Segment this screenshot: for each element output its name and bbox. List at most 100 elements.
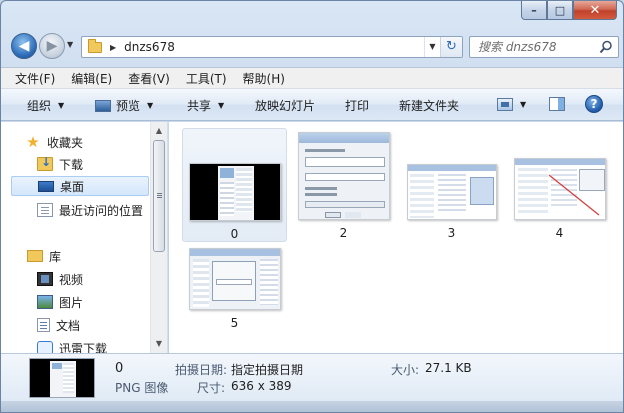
dimensions-label: 尺寸: [197, 381, 226, 395]
print-label: 打印 [345, 99, 370, 113]
menu-tools[interactable]: 工具(T) [186, 70, 227, 87]
scrollbar-thumb[interactable] [153, 140, 165, 252]
caption-buttons: – □ ✕ [521, 1, 617, 21]
thunder-download-icon [37, 341, 53, 353]
help-icon: ? [585, 95, 603, 113]
scroll-down-arrow-icon[interactable]: ▼ [151, 336, 167, 352]
nav-favorites[interactable]: ★ 收藏夹 [25, 132, 167, 152]
nav-desktop-label: 桌面 [60, 179, 85, 194]
window-bottom-edge [1, 401, 623, 412]
star-icon: ★ [26, 133, 40, 151]
breadcrumb-current-folder[interactable]: dnzs678 [124, 40, 175, 54]
file-item[interactable]: 0 [182, 128, 287, 242]
file-name: 4 [555, 226, 564, 240]
search-input[interactable] [478, 40, 598, 54]
details-pane: 0 PNG 图像 拍摄日期: 指定拍摄日期 尺寸: 636 x 389 大小: … [1, 353, 623, 401]
forward-button[interactable]: ▶ [39, 33, 65, 59]
organize-label: 组织 [27, 99, 52, 113]
file-thumbnail [188, 248, 281, 310]
date-taken-label: 拍摄日期: [175, 363, 228, 377]
print-button[interactable]: 打印 [345, 97, 369, 114]
file-name: 5 [230, 316, 239, 330]
explorer-window: – □ ✕ ◀ ▶ ▼ ▶ dnzs678 ▼ ↻ 文件(F) 编辑(E) [0, 0, 624, 413]
back-button[interactable]: ◀ [11, 33, 37, 59]
selected-file-name: 0 [115, 361, 124, 376]
nav-documents-label: 文档 [56, 318, 81, 333]
dimensions-value: 636 x 389 [231, 379, 292, 393]
preview-pane-icon [549, 97, 565, 111]
file-thumbnail [297, 132, 390, 220]
nav-pictures-label: 图片 [59, 295, 84, 310]
search-icon[interactable] [599, 40, 613, 54]
close-button[interactable]: ✕ [573, 1, 617, 20]
new-folder-label: 新建文件夹 [399, 99, 460, 113]
nav-pictures[interactable]: 图片 [37, 292, 167, 312]
nav-thunder-downloads[interactable]: 迅雷下载 [37, 338, 167, 354]
nav-scrollbar[interactable]: ▲ ▼ [150, 122, 167, 353]
menu-file[interactable]: 文件(F) [15, 70, 55, 87]
library-icon [27, 250, 43, 262]
nav-downloads-label: 下载 [59, 157, 84, 172]
scroll-up-arrow-icon[interactable]: ▲ [151, 123, 167, 139]
chevron-down-icon: ▼ [218, 101, 225, 110]
date-taken-value[interactable]: 指定拍摄日期 [231, 361, 303, 378]
preview-icon [95, 99, 111, 112]
address-bar[interactable]: ▶ dnzs678 ▼ ↻ [81, 36, 463, 58]
menu-help[interactable]: 帮助(H) [243, 70, 285, 87]
recent-places-icon [37, 203, 53, 217]
view-options-icon [497, 98, 513, 111]
nav-favorites-label: 收藏夹 [47, 135, 84, 150]
nav-recent-label: 最近访问的位置 [59, 203, 144, 218]
minimize-button[interactable]: – [521, 1, 547, 20]
new-folder-button[interactable]: 新建文件夹 [399, 97, 459, 114]
nav-downloads[interactable]: 下载 [37, 154, 167, 174]
chevron-down-icon: ▼ [58, 101, 65, 110]
share-button[interactable]: 共享 ▼ [187, 97, 224, 114]
help-button[interactable]: ? [585, 95, 603, 113]
search-box[interactable] [469, 36, 619, 58]
navigation-pane: ★ 收藏夹 下载 桌面 最近访问的位置 库 视频 图片 文档 [1, 122, 168, 353]
slideshow-label: 放映幻灯片 [255, 99, 316, 113]
address-row: ◀ ▶ ▼ ▶ dnzs678 ▼ ↻ [7, 31, 619, 61]
file-thumbnail [406, 164, 497, 220]
nav-thunder-label: 迅雷下载 [59, 341, 108, 354]
nav-documents[interactable]: 文档 [37, 315, 167, 335]
file-item[interactable]: 5 [182, 244, 287, 330]
preview-pane-button[interactable] [549, 97, 565, 111]
file-item[interactable]: 2 [291, 128, 396, 240]
nav-desktop[interactable]: 桌面 [11, 176, 149, 196]
file-item[interactable]: 4 [507, 128, 612, 240]
file-item[interactable]: 3 [399, 128, 504, 240]
maximize-button[interactable]: □ [547, 1, 573, 20]
menu-bar: 文件(F) 编辑(E) 查看(V) 工具(T) 帮助(H) [1, 67, 623, 89]
slideshow-button[interactable]: 放映幻灯片 [255, 97, 315, 114]
file-name: 3 [447, 226, 456, 240]
selected-file-type: PNG 图像 [115, 381, 169, 395]
file-thumbnail [513, 158, 606, 220]
share-label: 共享 [187, 99, 212, 113]
chevron-down-icon: ▼ [520, 100, 527, 109]
videos-icon [37, 272, 53, 286]
nav-libraries[interactable]: 库 [27, 246, 167, 266]
nav-recent-places[interactable]: 最近访问的位置 [37, 200, 149, 220]
preview-button[interactable]: 预览 ▼ [95, 97, 153, 114]
menu-edit[interactable]: 编辑(E) [71, 70, 112, 87]
address-history-dropdown-icon[interactable]: ▼ [424, 37, 440, 57]
nav-videos-label: 视频 [59, 272, 84, 287]
nav-videos[interactable]: 视频 [37, 269, 167, 289]
file-name: 2 [339, 226, 348, 240]
folder-icon [88, 38, 102, 53]
change-view-button[interactable]: ▼ [497, 98, 526, 111]
file-name: 0 [230, 227, 239, 241]
breadcrumb-arrow-icon[interactable]: ▶ [110, 43, 116, 52]
file-list: 0 2 3 4 5 [169, 122, 623, 353]
refresh-button[interactable]: ↻ [440, 37, 462, 57]
organize-button[interactable]: 组织 ▼ [27, 97, 64, 114]
chevron-down-icon: ▼ [147, 101, 154, 110]
menu-view[interactable]: 查看(V) [128, 70, 170, 87]
pictures-icon [37, 295, 53, 309]
selected-file-thumbnail [29, 358, 95, 398]
preview-label: 预览 [116, 99, 141, 113]
recent-pages-dropdown-icon[interactable]: ▼ [67, 40, 73, 49]
documents-icon [37, 318, 50, 332]
